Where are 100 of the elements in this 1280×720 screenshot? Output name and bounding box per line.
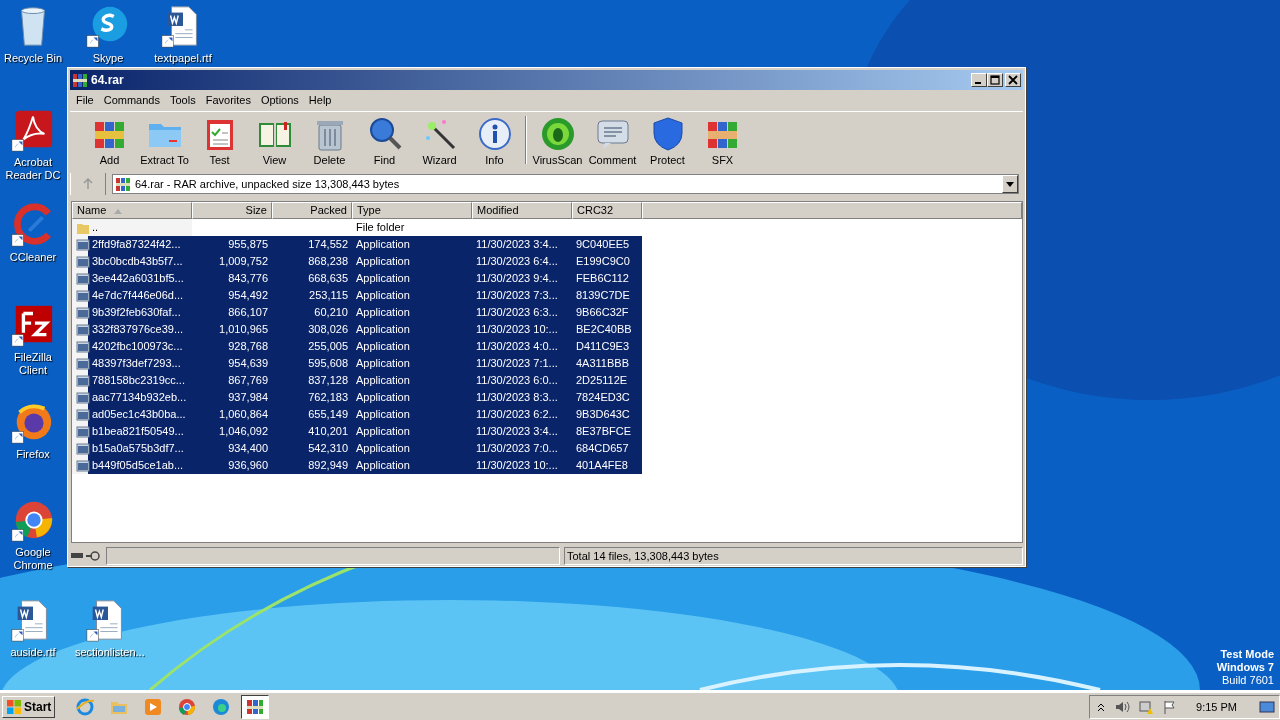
toolbar-button[interactable]: Info bbox=[467, 114, 522, 170]
table-cell: 928,768 bbox=[228, 340, 268, 352]
table-cell: 866,107 bbox=[228, 306, 268, 318]
desktop-icon-label[interactable]: Acrobat Reader DC bbox=[0, 156, 66, 182]
desktop-icon-label[interactable]: FileZilla Client bbox=[0, 351, 66, 377]
desktop-icon-label[interactable]: Firefox bbox=[16, 448, 50, 461]
toolbar-button[interactable]: Delete bbox=[302, 114, 357, 170]
toolbar-button[interactable]: View bbox=[247, 114, 302, 170]
menu-item[interactable]: Commands bbox=[98, 93, 165, 106]
table-cell: Application bbox=[356, 306, 410, 318]
table-cell: 11/30/2023 8:3... bbox=[476, 391, 558, 403]
table-cell: Application bbox=[356, 272, 410, 284]
column-header[interactable]: CRC32 bbox=[572, 202, 642, 219]
table-cell: 1,046,092 bbox=[219, 425, 268, 437]
close-button[interactable] bbox=[1005, 73, 1021, 87]
table-cell: 595,608 bbox=[308, 357, 348, 369]
menu-item[interactable]: Favorites bbox=[200, 93, 256, 106]
show-desktop-icon[interactable] bbox=[1259, 698, 1275, 715]
application-icon bbox=[76, 288, 90, 303]
table-cell: Application bbox=[356, 323, 410, 335]
books-icon bbox=[72, 72, 88, 88]
table-cell-text: 332f837976ce39... bbox=[92, 322, 184, 337]
menu-item[interactable]: File bbox=[71, 93, 99, 106]
toolbar-button[interactable]: Protect bbox=[640, 114, 695, 170]
application-icon bbox=[76, 305, 90, 320]
toolbar-button[interactable]: VirusScan bbox=[530, 114, 585, 170]
table-cell: 9B3D643C bbox=[576, 408, 630, 420]
table-cell: 11/30/2023 6:4... bbox=[476, 255, 558, 267]
column-header[interactable]: Type bbox=[352, 202, 472, 219]
edge-logo-icon bbox=[211, 696, 232, 717]
show-hidden-icons-icon[interactable] bbox=[1096, 701, 1107, 712]
column-header[interactable]: Modified bbox=[472, 202, 572, 219]
table-cell: 1,060,864 bbox=[219, 408, 268, 420]
toolbar-button[interactable]: Comment bbox=[585, 114, 640, 170]
application-icon bbox=[76, 390, 90, 405]
maximize-button[interactable] bbox=[987, 73, 1003, 87]
table-cell: Application bbox=[356, 238, 410, 250]
caret-icon bbox=[1006, 181, 1014, 187]
desktop-icon-label[interactable]: Google Chrome bbox=[0, 546, 66, 572]
toolbar-button[interactable]: Find bbox=[357, 114, 412, 170]
windows-logo-icon bbox=[6, 698, 22, 715]
table-cell: 9B66C32F bbox=[576, 306, 629, 318]
table-cell: 11/30/2023 7:0... bbox=[476, 442, 558, 454]
table-cell: E199C9C0 bbox=[576, 255, 630, 267]
toolbar-button[interactable]: SFX bbox=[695, 114, 750, 170]
desktop-icon-label[interactable]: textpapel.rtf bbox=[154, 52, 212, 65]
table-cell: 11/30/2023 10:... bbox=[476, 323, 558, 335]
os-notice-text: Test Mode bbox=[1220, 648, 1274, 661]
close-icon bbox=[1008, 75, 1018, 85]
table-cell: 867,769 bbox=[228, 374, 268, 386]
application-icon bbox=[76, 407, 90, 422]
taskbar-app-button[interactable] bbox=[241, 694, 270, 719]
info-icon bbox=[476, 116, 513, 152]
column-header[interactable]: Name bbox=[72, 202, 192, 219]
toolbar-button[interactable]: Add bbox=[82, 114, 137, 170]
menu-item[interactable]: Options bbox=[255, 93, 304, 106]
toolbar-button[interactable]: Test bbox=[192, 114, 247, 170]
menu-item[interactable]: Tools bbox=[165, 93, 201, 106]
application-icon bbox=[76, 254, 90, 269]
table-cell-text: .. bbox=[92, 220, 99, 235]
column-header[interactable]: Size bbox=[192, 202, 272, 219]
table-cell: Application bbox=[356, 374, 410, 386]
table-cell: 11/30/2023 9:4... bbox=[476, 272, 558, 284]
maximize-icon bbox=[990, 75, 1000, 85]
desktop-icon-label[interactable]: CCleaner bbox=[9, 251, 57, 264]
table-cell: File folder bbox=[356, 221, 405, 233]
ie-logo-icon bbox=[75, 696, 96, 717]
clock[interactable]: 9:15 PM bbox=[1196, 700, 1237, 713]
path-field[interactable]: 64.rar - RAR archive, unpacked size 13,308,443 bytes bbox=[112, 174, 1019, 194]
drive-and-key-icon bbox=[70, 550, 102, 562]
up-arrow-button[interactable] bbox=[70, 173, 106, 195]
table-cell: 2D25112E bbox=[576, 374, 628, 386]
toolbar-button[interactable]: Wizard bbox=[412, 114, 467, 170]
column-header[interactable]: Packed bbox=[272, 202, 352, 219]
desktop-icon-label[interactable]: Skype bbox=[92, 52, 124, 65]
table-cell-text: b1bea821f50549... bbox=[92, 424, 184, 439]
start-button[interactable]: Start bbox=[2, 695, 56, 718]
toolbar-button[interactable]: Extract To bbox=[137, 114, 192, 170]
table-cell: 174,552 bbox=[308, 238, 348, 250]
table-cell: 11/30/2023 6:2... bbox=[476, 408, 558, 420]
desktop-icon-label[interactable]: Recycle Bin bbox=[3, 52, 63, 65]
table-cell-text: ad05ec1c43b0ba... bbox=[92, 407, 186, 422]
table-cell: 11/30/2023 6:0... bbox=[476, 374, 558, 386]
minimize-button[interactable] bbox=[971, 73, 987, 87]
table-cell: 401A4FE8 bbox=[576, 459, 628, 471]
table-cell: 11/30/2023 7:3... bbox=[476, 289, 558, 301]
table-cell-text: 2ffd9fa87324f42... bbox=[92, 237, 181, 252]
menu-item[interactable]: Help bbox=[303, 93, 337, 106]
play-icon bbox=[143, 696, 164, 717]
table-cell: 954,492 bbox=[228, 289, 268, 301]
table-cell: Application bbox=[356, 459, 410, 471]
application-icon bbox=[76, 339, 90, 354]
application-icon bbox=[76, 271, 90, 286]
table-cell: 684CD657 bbox=[576, 442, 629, 454]
status-text: Total 14 files, 13,308,443 bytes bbox=[564, 547, 1023, 565]
table-cell: 9C040EE5 bbox=[576, 238, 630, 250]
dropdown-button[interactable] bbox=[1002, 175, 1018, 193]
table-cell: 253,115 bbox=[309, 289, 348, 301]
table-cell: 955,875 bbox=[228, 238, 268, 250]
table-cell: 937,984 bbox=[228, 391, 268, 403]
